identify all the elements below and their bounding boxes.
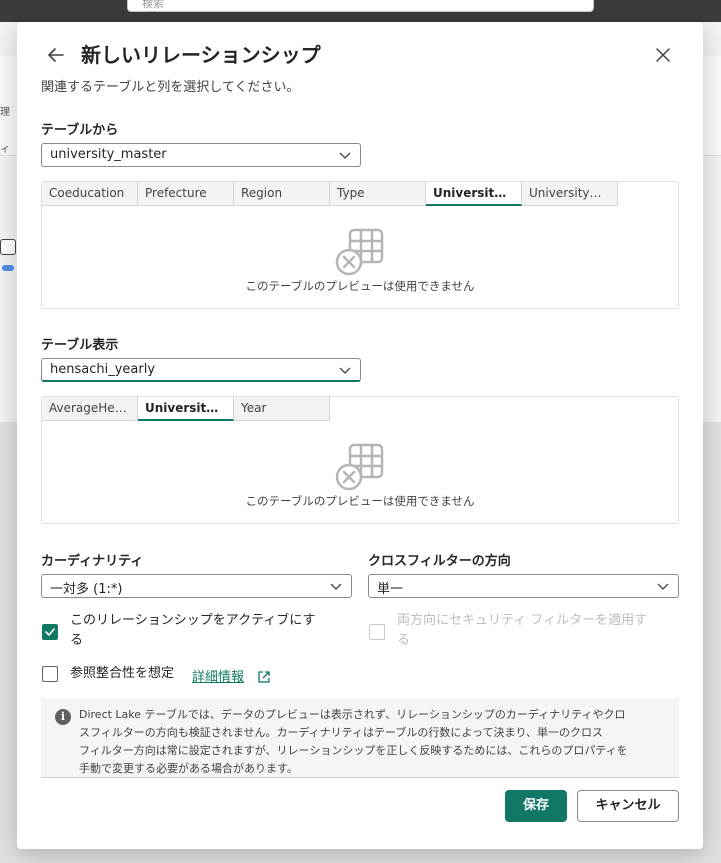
back-button[interactable]: [43, 42, 69, 68]
column-header-year[interactable]: Year: [234, 397, 330, 421]
active-relationship-label-line2: る: [70, 633, 84, 648]
app-side-text: 理: [0, 107, 10, 118]
table-unavailable-icon: [335, 443, 384, 491]
security-filter-label-line1: 両方向にセキュリティ フィルターを適用す: [397, 613, 648, 628]
column-header-universityid[interactable]: UniversityID: [426, 182, 522, 206]
model-highlight: [2, 265, 14, 271]
column-header-coeducation[interactable]: Coeducation: [42, 182, 138, 206]
cardinality-label: カーディナリティ: [41, 554, 144, 569]
active-relationship-checkbox[interactable]: [42, 624, 58, 640]
cancel-button[interactable]: キャンセル: [577, 790, 679, 822]
save-button[interactable]: 保存: [505, 790, 567, 822]
referential-integrity-checkbox[interactable]: [42, 666, 58, 682]
close-button[interactable]: [650, 42, 676, 68]
preview-unavailable-text: このテーブルのプレビューは使用できません: [245, 494, 475, 508]
info-text-line: スフィルターの方向も検証されません。カーディナリティはテーブルの行数によって決ま…: [79, 726, 604, 739]
cross-filter-select[interactable]: 単一: [368, 574, 679, 598]
column-header-type[interactable]: Type: [330, 182, 426, 206]
cross-filter-value: 単一: [377, 582, 404, 597]
checkmark-icon: [45, 628, 55, 636]
info-icon: i: [55, 709, 71, 725]
model-table-node: [0, 239, 16, 255]
arrow-left-icon: [48, 48, 64, 62]
cross-filter-label: クロスフィルターの方向: [368, 554, 511, 569]
column-header-region[interactable]: Region: [234, 182, 330, 206]
info-text-line: 手動で変更する必要がある場合があります。: [79, 762, 298, 775]
dialog-subtitle: 関連するテーブルと列を選択してください。: [41, 80, 300, 95]
new-relationship-dialog: 新しいリレーションシップ 関連するテーブルと列を選択してください。 テーブルから…: [17, 22, 703, 849]
external-link-icon[interactable]: [257, 670, 271, 684]
column-header-prefecture[interactable]: Prefecture: [138, 182, 234, 206]
cardinality-value: 一対多 (1:*): [50, 582, 123, 597]
close-icon: [656, 48, 670, 62]
preview-unavailable-text: このテーブルのプレビューは使用できません: [245, 279, 475, 293]
cardinality-select[interactable]: 一対多 (1:*): [41, 574, 352, 598]
info-text-line: フィルター方向は常に設定されますが、リレーションシップを正しく反映するためには、…: [79, 744, 628, 757]
info-text: Direct Lake テーブルでは、データのプレビューは表示されず、リレーショ…: [79, 706, 669, 778]
security-filter-label-line2: る: [397, 633, 411, 648]
referential-integrity-label: 参照整合性を想定: [70, 666, 175, 681]
details-link[interactable]: 詳細情報: [192, 666, 244, 685]
active-relationship-label-line1: このリレーションシップをアクティブにす: [70, 613, 316, 628]
to-table-label: テーブル表示: [41, 338, 119, 353]
from-table-value: university_master: [50, 147, 167, 162]
table-unavailable-icon: [335, 228, 384, 276]
to-table-preview: AverageHens... UniversityID Year このテーブルの…: [41, 396, 679, 524]
from-table-label: テーブルから: [41, 123, 119, 138]
security-filter-checkbox: [369, 624, 385, 640]
to-table-value: hensachi_yearly: [50, 362, 156, 377]
active-relationship-label: このリレーションシップをアクティブにす る: [70, 611, 350, 651]
direct-lake-info-box: i Direct Lake テーブルでは、データのプレビューは表示されず、リレー…: [41, 698, 679, 778]
chevron-down-icon: [657, 583, 669, 590]
to-table-columns: AverageHens... UniversityID Year: [42, 397, 330, 421]
to-table-select[interactable]: hensachi_yearly: [41, 358, 361, 382]
from-table-preview: Coeducation Prefecture Region Type Unive…: [41, 181, 679, 309]
app-search-input[interactable]: 検索: [127, 0, 594, 12]
from-table-select[interactable]: university_master: [41, 143, 361, 167]
security-filter-label: 両方向にセキュリティ フィルターを適用す る: [397, 611, 687, 651]
from-table-columns: Coeducation Prefecture Region Type Unive…: [42, 182, 618, 206]
info-text-line: Direct Lake テーブルでは、データのプレビューは表示されず、リレーショ…: [79, 708, 626, 721]
dialog-title: 新しいリレーションシップ: [81, 43, 321, 67]
chevron-down-icon: [339, 367, 351, 374]
chevron-down-icon: [339, 152, 351, 159]
column-header-averagehensachi[interactable]: AverageHens...: [42, 397, 138, 421]
column-header-universityid[interactable]: UniversityID: [138, 397, 234, 421]
column-header-universityname[interactable]: UniversityNa...: [522, 182, 618, 206]
chevron-down-icon: [330, 583, 342, 590]
app-side-text: ィ: [0, 144, 10, 155]
